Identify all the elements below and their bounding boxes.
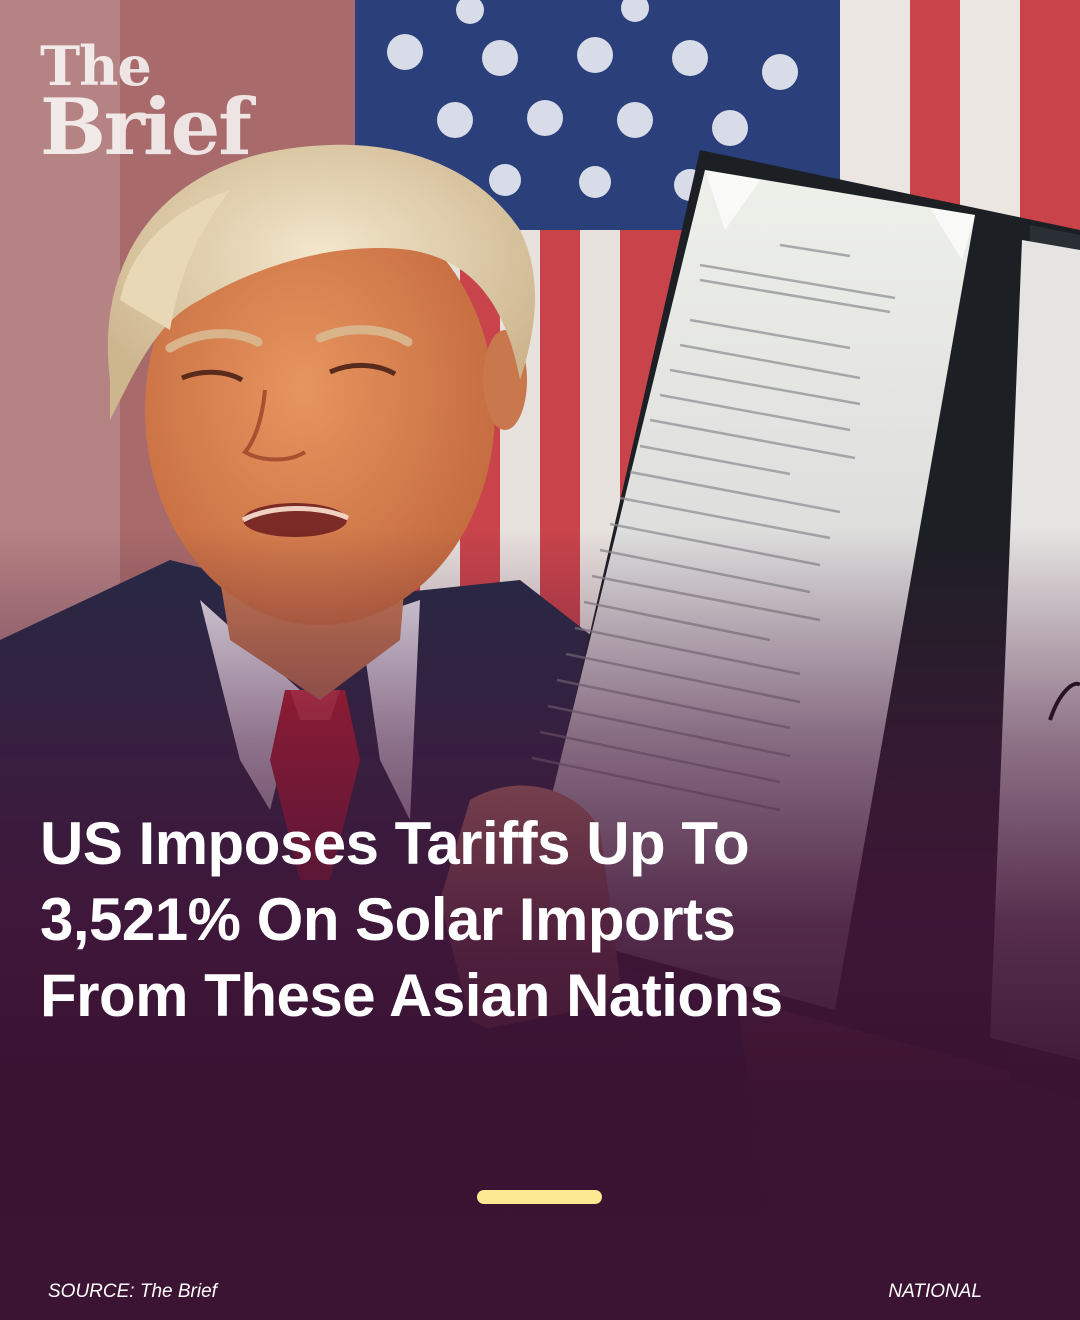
headline: US Imposes Tariffs Up To 3,521% On Solar…	[40, 806, 940, 1034]
headline-line-2: 3,521% On Solar Imports	[40, 886, 736, 953]
footer-category: NATIONAL	[888, 1281, 982, 1302]
accent-bar	[477, 1190, 602, 1204]
gradient-overlay	[0, 0, 1080, 1320]
footer-source: SOURCE: The Brief	[48, 1281, 217, 1302]
headline-line-3: From These Asian Nations	[40, 962, 783, 1029]
logo-line-brief: Brief	[40, 81, 252, 173]
news-card: The Brief US Imposes Tariffs Up To 3,521…	[0, 0, 1080, 1320]
headline-line-1: US Imposes Tariffs Up To	[40, 810, 750, 877]
brand-logo: The Brief	[40, 39, 252, 173]
